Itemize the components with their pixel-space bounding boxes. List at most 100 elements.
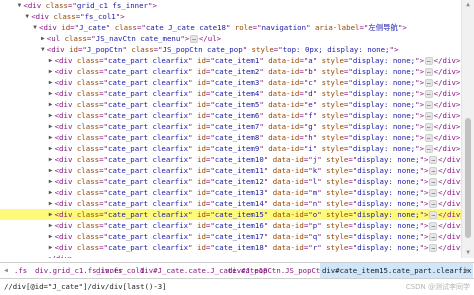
tree-node-line[interactable]: ▶ <div class="cate_part clearfix" id="cat…	[0, 55, 462, 66]
ellipsis-expander-icon[interactable]: …	[425, 134, 433, 142]
breadcrumb-item-fs[interactable]: .fs	[12, 263, 29, 278]
attribute-name[interactable]: id	[61, 23, 70, 32]
attribute-name[interactable]: data-id	[273, 155, 304, 164]
ellipsis-expander-icon[interactable]: …	[425, 68, 433, 76]
collapse-triangle-icon[interactable]: ▼	[15, 0, 23, 11]
collapse-triangle-icon[interactable]: ▼	[23, 11, 31, 22]
attribute-name[interactable]: style	[322, 78, 344, 87]
tree-node-line[interactable]: ▶ <div class="cate_part clearfix" id="cat…	[0, 132, 462, 143]
attribute-name[interactable]: id	[197, 89, 206, 98]
tree-node-line[interactable]: ▶ <div class="cate_part clearfix" id="cat…	[0, 198, 462, 209]
attribute-name[interactable]: style	[326, 155, 348, 164]
expand-triangle-icon[interactable]: ▶	[47, 231, 55, 242]
attribute-name[interactable]: class	[77, 56, 99, 65]
attribute-value[interactable]: display: none;	[357, 188, 419, 197]
attribute-value[interactable]: cate_item18	[215, 243, 264, 252]
attribute-name[interactable]: class	[77, 122, 99, 131]
expand-triangle-icon[interactable]: ▶	[47, 110, 55, 121]
expand-triangle-icon[interactable]: ▶	[47, 198, 55, 209]
attribute-name[interactable]: id	[197, 221, 206, 230]
attribute-name[interactable]: class	[77, 221, 99, 230]
attribute-value[interactable]: cate J_cate cate18	[146, 23, 226, 32]
tree-node-line[interactable]: ▶ <div class="cate_part clearfix" id="cat…	[0, 231, 462, 242]
attribute-name[interactable]: role	[235, 23, 253, 32]
tree-node-line[interactable]: ▶ <div class="cate_part clearfix" id="cat…	[0, 99, 462, 110]
tree-node-line[interactable]: ▶ <div class="cate_part clearfix" id="cat…	[0, 121, 462, 132]
ellipsis-expander-icon[interactable]: …	[429, 200, 438, 208]
expand-triangle-icon[interactable]: ▶	[47, 88, 55, 99]
attribute-value[interactable]: cate_part clearfix	[108, 78, 188, 87]
attribute-value[interactable]: cate_part clearfix	[108, 177, 188, 186]
attribute-value[interactable]: display: none;	[353, 89, 415, 98]
attribute-value[interactable]: cate_part clearfix	[108, 232, 188, 241]
attribute-value[interactable]: cate_item6	[215, 111, 260, 120]
attribute-value[interactable]: grid_c1 fs_inner	[77, 1, 148, 10]
attribute-value[interactable]: display: none;	[353, 56, 415, 65]
attribute-name[interactable]: class	[131, 45, 153, 54]
expand-triangle-icon[interactable]: ▶	[47, 242, 55, 253]
attribute-name[interactable]: id	[197, 166, 206, 175]
tree-node-line[interactable]: ▶ <div class="cate_part clearfix" id="cat…	[0, 154, 462, 165]
expand-triangle-icon[interactable]: ▶	[47, 121, 55, 132]
attribute-name[interactable]: class	[77, 111, 99, 120]
attribute-name[interactable]: data-id	[268, 67, 299, 76]
ellipsis-expander-icon[interactable]: …	[429, 211, 438, 219]
ellipsis-expander-icon[interactable]: …	[429, 156, 438, 164]
expand-triangle-icon[interactable]: ▶	[39, 33, 47, 44]
attribute-name[interactable]: data-id	[273, 232, 304, 241]
attribute-name[interactable]: data-id	[268, 122, 299, 131]
attribute-value[interactable]: cate_item12	[215, 177, 264, 186]
ellipsis-expander-icon[interactable]: …	[425, 101, 433, 109]
scroll-up-arrow-icon[interactable]: ▲	[462, 0, 474, 10]
attribute-value[interactable]: cate_item1	[215, 56, 260, 65]
attribute-value[interactable]: JS_navCtn cate_menu	[96, 34, 181, 43]
attribute-name[interactable]: id	[197, 155, 206, 164]
attribute-value[interactable]: display: none;	[353, 133, 415, 142]
attribute-value[interactable]: display: none;	[357, 166, 419, 175]
ellipsis-expander-icon[interactable]: …	[190, 35, 198, 43]
expand-triangle-icon[interactable]: ▶	[47, 77, 55, 88]
attribute-name[interactable]: data-id	[273, 166, 304, 175]
ellipsis-expander-icon[interactable]: …	[429, 244, 438, 252]
attribute-name[interactable]: class	[77, 199, 99, 208]
search-bar[interactable]: //div[@id="J_cate"]/div/div[last()-3] CS…	[0, 279, 474, 295]
attribute-value[interactable]: cate_part clearfix	[108, 243, 188, 252]
attribute-value[interactable]: display: none;	[357, 232, 419, 241]
ellipsis-expander-icon[interactable]: …	[429, 233, 438, 241]
breadcrumb-left-arrow-icon[interactable]: ◀	[1, 263, 11, 278]
attribute-name[interactable]: style	[326, 188, 348, 197]
elements-tree[interactable]: ▼ <div class="grid_c1 fs_inner"> ▼ <div cla…	[0, 0, 462, 258]
attribute-name[interactable]: data-id	[268, 89, 299, 98]
attribute-value[interactable]: cate_item14	[215, 199, 264, 208]
attribute-value[interactable]: cate_item17	[215, 232, 264, 241]
tree-node-line[interactable]: ▼ <div id="J_popCtn" class="JS_popCtn cat…	[0, 44, 462, 55]
attribute-name[interactable]: id	[197, 199, 206, 208]
attribute-name[interactable]: data-id	[273, 210, 304, 219]
attribute-name[interactable]: style	[322, 144, 344, 153]
attribute-name[interactable]: id	[197, 210, 206, 219]
attribute-value[interactable]: JS_popCtn cate_pop	[163, 45, 243, 54]
attribute-value[interactable]: cate_item2	[215, 67, 260, 76]
attribute-name[interactable]: id	[197, 111, 206, 120]
attribute-name[interactable]: data-id	[273, 243, 304, 252]
attribute-value[interactable]: cate_item5	[215, 100, 260, 109]
attribute-name[interactable]: class	[77, 188, 99, 197]
breadcrumb-right-arrow-icon[interactable]: ▶	[462, 263, 472, 278]
attribute-value[interactable]: cate_part clearfix	[108, 144, 188, 153]
attribute-name[interactable]: id	[197, 232, 206, 241]
attribute-name[interactable]: class	[77, 210, 99, 219]
attribute-name[interactable]: id	[197, 78, 206, 87]
attribute-name[interactable]: data-id	[268, 78, 299, 87]
attribute-name[interactable]: id	[197, 177, 206, 186]
attribute-name[interactable]: class	[77, 133, 99, 142]
attribute-name[interactable]: class	[115, 23, 137, 32]
tree-node-line[interactable]: ▼ <div class="fs_col1">	[0, 11, 462, 22]
scrollbar-thumb[interactable]	[465, 118, 471, 238]
attribute-value[interactable]: cate_item9	[215, 144, 260, 153]
attribute-value[interactable]: display: none;	[357, 243, 419, 252]
attribute-name[interactable]: class	[77, 232, 99, 241]
attribute-value[interactable]: cate_item16	[215, 221, 264, 230]
tree-node-line[interactable]: ▶ <div class="cate_part clearfix" id="cat…	[0, 110, 462, 121]
attribute-value[interactable]: display: none;	[357, 210, 419, 219]
collapse-triangle-icon[interactable]: ▼	[31, 22, 39, 33]
